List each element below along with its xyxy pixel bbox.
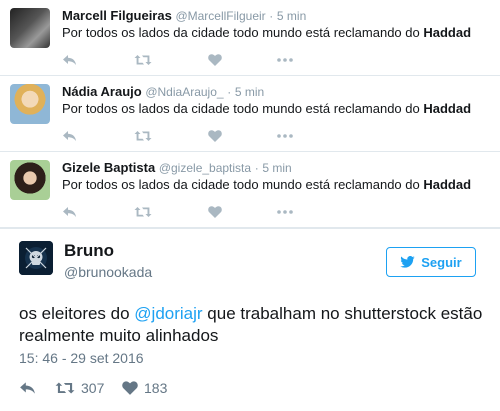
heart-icon[interactable] [208,52,222,68]
mention-link[interactable]: @jdoriajr [134,304,202,323]
heart-icon[interactable] [208,128,222,144]
retweet-count: 307 [81,380,105,396]
tweet-text: Por todos os lados da cidade todo mundo … [62,25,471,40]
like-count: 183 [144,380,168,396]
tweet-text-plain: Por todos os lados da cidade todo mundo … [62,177,424,192]
more-icon[interactable] [277,128,293,144]
tweet-timestamp[interactable]: 15: 46 - 29 set 2016 [19,350,144,366]
tweet-time[interactable]: 5 min [277,9,306,23]
like-action[interactable]: 183 [122,379,167,397]
author-name[interactable]: Marcell Filgueiras [62,8,172,23]
tweet-header: Marcell Filgueiras @MarcellFilgueir · 5 … [62,8,306,23]
retweet-icon [55,382,75,394]
tweet-text: Por todos os lados da cidade todo mundo … [62,177,471,192]
separator: · [269,9,274,23]
tweet-text-plain: Por todos os lados da cidade todo mundo … [62,25,424,40]
avatar[interactable] [10,160,50,200]
tweet-actions [62,52,312,68]
follow-label: Seguir [421,254,462,270]
retweet-icon[interactable] [134,52,152,68]
reply-icon[interactable] [19,379,36,397]
reply-icon[interactable] [62,128,77,144]
author-handle[interactable]: @gizele_baptista [159,161,251,175]
tweet-actions [62,128,312,144]
reply-icon[interactable] [62,52,77,68]
retweet-icon[interactable] [134,204,152,220]
tweet-card[interactable]: Gizele Baptista @gizele_baptista · 5 min… [0,152,500,228]
tweet-header: Nádia Araujo @NdiaAraujo_ · 5 min [62,84,264,99]
expanded-tweet[interactable]: Bruno @brunookada Seguir os eleitores do… [0,228,500,411]
author-name[interactable]: Bruno [64,241,114,261]
twitter-bird-icon [400,256,415,268]
separator: · [254,161,259,175]
tweet-text-plain: Por todos os lados da cidade todo mundo … [62,101,424,116]
author-name[interactable]: Nádia Araujo [62,84,142,99]
tweet-actions: 307 183 [19,379,319,397]
tweet-time[interactable]: 5 min [262,161,291,175]
author-handle[interactable]: @brunookada [64,264,152,280]
tweet-text: os eleitores do @jdoriajr que trabalham … [19,303,489,347]
more-icon[interactable] [277,52,293,68]
author-handle[interactable]: @MarcellFilgueir [175,9,265,23]
avatar[interactable] [19,241,53,275]
author-name[interactable]: Gizele Baptista [62,160,155,175]
follow-button[interactable]: Seguir [386,247,476,277]
separator: · [227,85,232,99]
tweet-actions [62,204,312,220]
tweet-text-bold: Haddad [423,101,472,116]
heart-icon [122,381,138,395]
tweet-header: Gizele Baptista @gizele_baptista · 5 min [62,160,292,175]
reply-icon[interactable] [62,204,77,220]
heart-icon[interactable] [208,204,222,220]
author-handle[interactable]: @NdiaAraujo_ [145,85,223,99]
retweet-action[interactable]: 307 [55,379,104,397]
tweet-text-bold: Haddad [423,25,472,40]
avatar[interactable] [10,8,50,48]
avatar[interactable] [10,84,50,124]
tweet-text-bold: Haddad [423,177,472,192]
tweet-card[interactable]: Marcell Filgueiras @MarcellFilgueir · 5 … [0,0,500,76]
skull-avatar-icon [19,241,53,275]
more-icon[interactable] [277,204,293,220]
tweet-card[interactable]: Nádia Araujo @NdiaAraujo_ · 5 min Por to… [0,76,500,152]
tweet-time[interactable]: 5 min [235,85,264,99]
tweet-text-plain: os eleitores do [19,304,135,323]
tweet-text: Por todos os lados da cidade todo mundo … [62,101,471,116]
retweet-icon[interactable] [134,128,152,144]
